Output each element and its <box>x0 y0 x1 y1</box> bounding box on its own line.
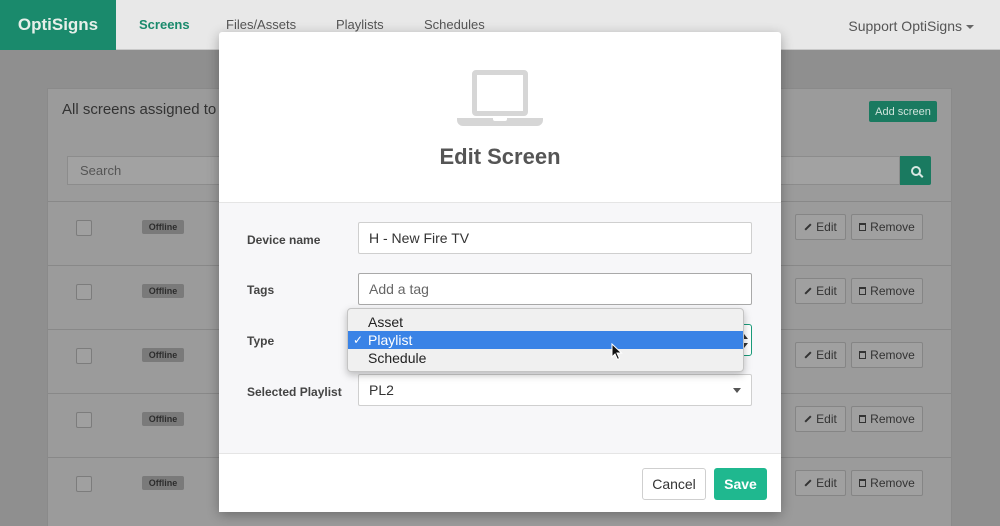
option-label: Schedule <box>368 350 427 366</box>
status-badge: Offline <box>142 220 184 234</box>
remove-button[interactable]: Remove <box>851 214 923 240</box>
row-checkbox[interactable] <box>76 348 92 364</box>
remove-label: Remove <box>870 476 915 490</box>
tags-input[interactable]: Add a tag <box>358 273 752 305</box>
pencil-icon <box>804 287 812 295</box>
edit-label: Edit <box>816 412 837 426</box>
edit-label: Edit <box>816 284 837 298</box>
edit-label: Edit <box>816 220 837 234</box>
row-checkbox[interactable] <box>76 476 92 492</box>
edit-button[interactable]: Edit <box>795 470 846 496</box>
option-label: Asset <box>368 314 404 330</box>
pencil-icon <box>804 479 812 487</box>
remove-label: Remove <box>870 220 915 234</box>
status-badge: Offline <box>142 348 184 362</box>
trash-icon <box>859 351 867 359</box>
remove-button[interactable]: Remove <box>851 406 923 432</box>
type-option-schedule[interactable]: Schedule <box>348 349 743 367</box>
remove-label: Remove <box>870 284 915 298</box>
support-label: Support OptiSigns <box>848 18 962 34</box>
nav-files-assets[interactable]: Files/Assets <box>226 17 296 32</box>
brand-logo[interactable]: OptiSigns <box>0 0 116 50</box>
pencil-icon <box>804 415 812 423</box>
nav-screens[interactable]: Screens <box>139 17 190 32</box>
edit-button[interactable]: Edit <box>795 214 846 240</box>
edit-label: Edit <box>816 348 837 362</box>
edit-screen-modal: Edit Screen Device name H - New Fire TV … <box>219 32 781 512</box>
remove-button[interactable]: Remove <box>851 278 923 304</box>
add-screen-button[interactable]: Add screen <box>869 101 937 122</box>
mouse-cursor-icon <box>611 343 623 361</box>
trash-icon <box>859 287 867 295</box>
nav-playlists[interactable]: Playlists <box>336 17 384 32</box>
tags-label: Tags <box>247 283 275 297</box>
modal-footer: Cancel Save <box>219 453 781 512</box>
edit-button[interactable]: Edit <box>795 342 846 368</box>
edit-label: Edit <box>816 476 837 490</box>
caret-down-icon <box>966 25 974 30</box>
chevron-down-icon <box>733 388 741 393</box>
device-name-input[interactable]: H - New Fire TV <box>358 222 752 254</box>
row-checkbox[interactable] <box>76 220 92 236</box>
type-option-playlist[interactable]: ✓ Playlist <box>348 331 743 349</box>
laptop-icon <box>457 70 543 128</box>
device-name-label: Device name <box>247 233 321 247</box>
check-icon: ✓ <box>353 333 364 347</box>
pencil-icon <box>804 223 812 231</box>
status-badge: Offline <box>142 476 184 490</box>
trash-icon <box>859 479 867 487</box>
remove-label: Remove <box>870 348 915 362</box>
edit-button[interactable]: Edit <box>795 278 846 304</box>
selected-playlist-label: Selected Playlist <box>247 385 342 399</box>
cancel-button[interactable]: Cancel <box>642 468 706 500</box>
search-icon <box>910 165 921 176</box>
type-label: Type <box>247 334 275 348</box>
modal-header: Edit Screen <box>219 32 781 203</box>
modal-title: Edit Screen <box>439 144 561 169</box>
status-badge: Offline <box>142 412 184 426</box>
pencil-icon <box>804 351 812 359</box>
modal-body: Device name H - New Fire TV Tags Add a t… <box>219 203 781 453</box>
panel-title: All screens assigned to <box>62 101 217 118</box>
type-dropdown-menu: Asset ✓ Playlist Schedule <box>347 308 744 372</box>
row-checkbox[interactable] <box>76 412 92 428</box>
selected-playlist-select[interactable]: PL2 <box>358 374 752 406</box>
type-option-asset[interactable]: Asset <box>348 313 743 331</box>
row-checkbox[interactable] <box>76 284 92 300</box>
option-label: Playlist <box>368 332 413 348</box>
remove-button[interactable]: Remove <box>851 342 923 368</box>
remove-label: Remove <box>870 412 915 426</box>
trash-icon <box>859 223 867 231</box>
edit-button[interactable]: Edit <box>795 406 846 432</box>
selected-playlist-value: PL2 <box>369 382 394 398</box>
trash-icon <box>859 415 867 423</box>
support-menu[interactable]: Support OptiSigns <box>848 18 974 34</box>
save-button[interactable]: Save <box>714 468 767 500</box>
nav-schedules[interactable]: Schedules <box>424 17 485 32</box>
remove-button[interactable]: Remove <box>851 470 923 496</box>
status-badge: Offline <box>142 284 184 298</box>
search-button[interactable] <box>900 156 931 185</box>
